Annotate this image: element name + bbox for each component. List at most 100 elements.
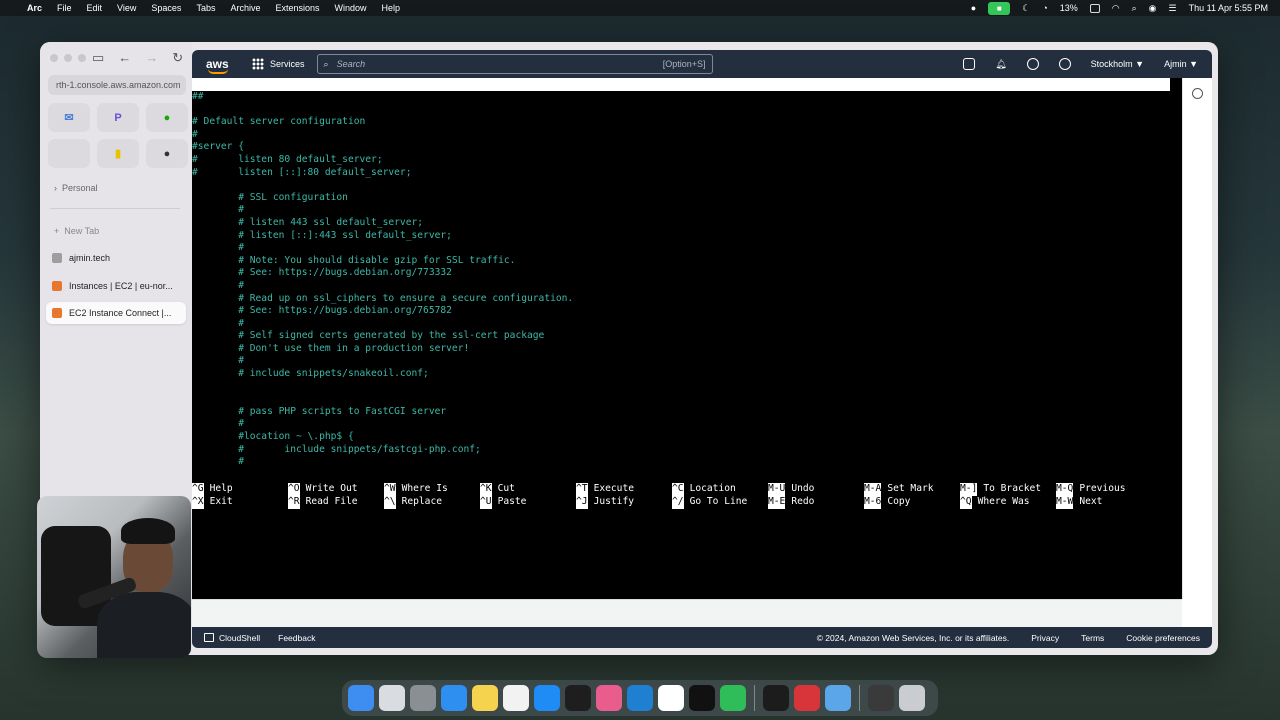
menu-window[interactable]: Window (335, 3, 367, 13)
search-spotlight-icon[interactable]: ⌕ (1132, 3, 1137, 14)
editor-line[interactable]: # include snippets/snakeoil.conf; (192, 368, 573, 381)
editor-line[interactable]: # Read up on ssl_ciphers to ensure a sec… (192, 293, 573, 306)
menu-tabs[interactable]: Tabs (196, 3, 215, 13)
maximize-window-button[interactable] (78, 54, 86, 62)
reload-icon[interactable]: ↻ (172, 50, 183, 66)
control-center-icon[interactable]: ☰ (1169, 3, 1177, 14)
menu-view[interactable]: View (117, 3, 136, 13)
favorite-miro[interactable]: ▮ (97, 139, 139, 168)
help-icon[interactable] (1026, 58, 1039, 70)
launchpad-icon[interactable] (379, 685, 405, 711)
sidebar-tab-ajmin[interactable]: ajmin.tech (46, 247, 186, 269)
bell-icon[interactable]: 🔔︎ (995, 59, 1006, 70)
editor-line[interactable]: # (192, 129, 573, 142)
editor-line[interactable]: # (192, 456, 573, 469)
sidebar-tab-ec2-connect[interactable]: EC2 Instance Connect |... (46, 302, 186, 324)
folder-icon[interactable] (868, 685, 894, 711)
editor-line[interactable]: # (192, 318, 573, 331)
cookie-preferences-link[interactable]: Cookie preferences (1126, 633, 1200, 643)
status-icon[interactable]: ◔ (1042, 3, 1047, 13)
search-input[interactable]: ⌕ Search [Option+S] (316, 54, 713, 74)
battery-percent[interactable]: 13% (1060, 3, 1078, 13)
menu-datetime[interactable]: Thu 11 Apr 5:55 PM (1189, 3, 1268, 13)
app-store-icon[interactable] (534, 685, 560, 711)
facetime-icon[interactable]: ■ (988, 1, 1011, 15)
terminal-icon[interactable] (763, 685, 789, 711)
menu-app-name[interactable]: Arc (27, 3, 42, 13)
editor-line[interactable] (192, 381, 573, 394)
editor-line[interactable] (192, 104, 573, 117)
editor-line[interactable]: # (192, 418, 573, 431)
editor-line[interactable] (192, 179, 573, 192)
editor-line[interactable]: # (192, 242, 573, 255)
capcut-icon[interactable] (689, 685, 715, 711)
notes-icon[interactable] (472, 685, 498, 711)
favorite-mail[interactable]: ✉ (48, 103, 90, 132)
editor-line[interactable]: # include snippets/fastcgi-php.conf; (192, 444, 573, 457)
minimize-window-button[interactable] (64, 54, 72, 62)
menu-edit[interactable]: Edit (87, 3, 103, 13)
editor-line[interactable]: # listen 80 default_server; (192, 154, 573, 167)
forward-arrow-icon[interactable]: → (145, 50, 158, 66)
editor-line[interactable]: # listen 443 ssl default_server; (192, 217, 573, 230)
services-menu[interactable]: Services (252, 58, 305, 70)
editor-line[interactable]: # (192, 280, 573, 293)
new-tab-button[interactable]: + New Tab (54, 226, 99, 236)
menu-spaces[interactable]: Spaces (151, 3, 181, 13)
menu-file[interactable]: File (57, 3, 72, 13)
menu-extensions[interactable]: Extensions (275, 3, 319, 13)
reminders-icon[interactable] (658, 685, 684, 711)
gear-icon[interactable] (1058, 58, 1071, 70)
whatsapp-icon[interactable] (720, 685, 746, 711)
trash-icon[interactable] (899, 685, 925, 711)
terms-link[interactable]: Terms (1081, 633, 1104, 643)
focus-moon-icon[interactable]: ☾ (1022, 3, 1030, 14)
favorite-p[interactable]: P (97, 103, 139, 132)
terminal-screen[interactable]: GNU nano 6.2 default ## # Default server … (192, 78, 1182, 599)
aws-logo[interactable]: aws (206, 57, 234, 74)
settings-circle-icon[interactable] (1192, 88, 1203, 99)
editor-line[interactable]: # See: https://bugs.debian.org/773332 (192, 267, 573, 280)
region-selector[interactable]: Stockholm ▼ (1091, 59, 1144, 69)
personal-folder[interactable]: › Personal (54, 183, 98, 193)
editor-line[interactable]: # Note: You should disable gzip for SSL … (192, 255, 573, 268)
figma-icon[interactable] (565, 685, 591, 711)
editor-line[interactable]: # (192, 204, 573, 217)
editor-line[interactable]: # pass PHP scripts to FastCGI server (192, 406, 573, 419)
system-settings-icon[interactable] (410, 685, 436, 711)
editor-line[interactable]: # (192, 355, 573, 368)
safari-icon[interactable] (441, 685, 467, 711)
record-icon[interactable]: ● (971, 3, 976, 13)
privacy-link[interactable]: Privacy (1031, 633, 1059, 643)
editor-line[interactable]: # listen [::]:443 ssl default_server; (192, 230, 573, 243)
editor-line[interactable]: ## (192, 91, 573, 104)
menu-archive[interactable]: Archive (230, 3, 260, 13)
sidebar-tab-instances[interactable]: Instances | EC2 | eu-nor... (46, 275, 186, 297)
editor-line[interactable]: # Default server configuration (192, 116, 573, 129)
cloudshell-icon[interactable] (963, 58, 976, 70)
url-bar[interactable]: rth-1.console.aws.amazon.com (48, 75, 186, 95)
arc-icon[interactable] (596, 685, 622, 711)
cloudshell-button[interactable]: CloudShell (204, 632, 260, 643)
editor-line[interactable]: # See: https://bugs.debian.org/765782 (192, 305, 573, 318)
wifi-icon[interactable]: ◠ (1112, 3, 1120, 14)
nano-editor-buffer[interactable]: ## # Default server configuration # #server… (192, 91, 573, 469)
battery-icon[interactable] (1089, 3, 1100, 13)
feedback-link[interactable]: Feedback (278, 633, 315, 643)
finder-icon[interactable] (348, 685, 374, 711)
editor-line[interactable]: #location ~ \.php$ { (192, 431, 573, 444)
sidebar-toggle-icon[interactable]: ▭ (92, 50, 104, 66)
editor-line[interactable]: # SSL configuration (192, 192, 573, 205)
editor-line[interactable]: # Self signed certs generated by the ssl… (192, 330, 573, 343)
favorite-blank[interactable] (48, 139, 90, 168)
freeform-icon[interactable] (503, 685, 529, 711)
preview-icon[interactable] (825, 685, 851, 711)
back-arrow-icon[interactable]: ← (118, 50, 131, 66)
account-menu[interactable]: Ajmin ▼ (1164, 59, 1198, 69)
editor-line[interactable]: # Don't use them in a production server! (192, 343, 573, 356)
vscode-icon[interactable] (627, 685, 653, 711)
screen-recorder-icon[interactable] (794, 685, 820, 711)
user-icon[interactable]: ◉ (1149, 3, 1157, 14)
editor-line[interactable]: #server { (192, 141, 573, 154)
favorite-github[interactable]: ● (146, 139, 188, 168)
